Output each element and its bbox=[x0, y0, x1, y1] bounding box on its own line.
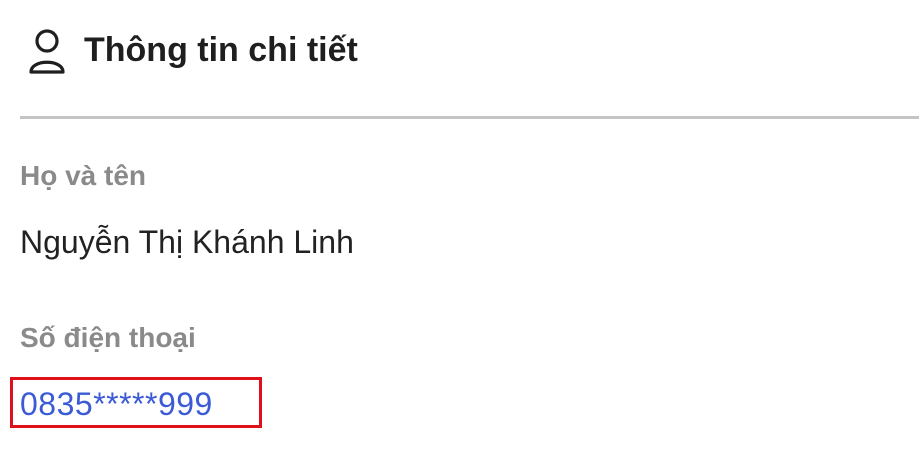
page-title: Thông tin chi tiết bbox=[84, 31, 358, 69]
full-name-value: Nguyễn Thị Khánh Linh bbox=[20, 224, 354, 260]
phone-number-link[interactable]: 0835*****999 bbox=[20, 384, 213, 424]
header-divider bbox=[20, 116, 919, 119]
user-icon bbox=[28, 28, 66, 74]
phone-label: Số điện thoại bbox=[20, 322, 196, 353]
details-header: Thông tin chi tiết bbox=[0, 0, 919, 118]
full-name-label: Họ và tên bbox=[20, 160, 147, 191]
